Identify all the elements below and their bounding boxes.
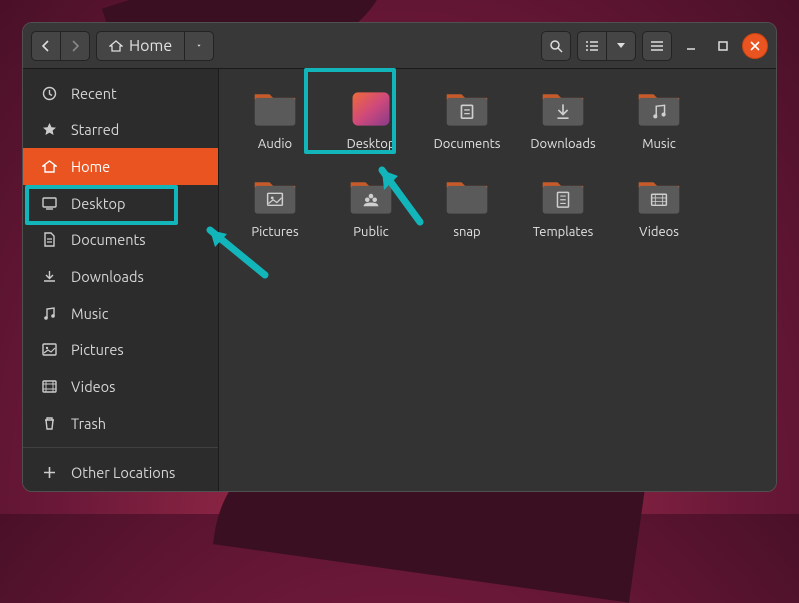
plus-icon	[41, 465, 57, 480]
forward-button[interactable]	[60, 31, 90, 61]
star-icon	[41, 122, 57, 137]
pathbar: Home	[96, 31, 214, 61]
close-icon	[750, 41, 760, 51]
sidebar-item-starred[interactable]: Starred	[23, 112, 218, 149]
home-icon	[109, 39, 123, 53]
sidebar-item-music[interactable]: Music	[23, 295, 218, 332]
icon-view[interactable]: Audio Desktop Documents Downloads Music Pictu…	[219, 69, 776, 491]
sidebar-separator	[23, 447, 218, 448]
sidebar-item-label: Recent	[71, 85, 117, 102]
folder-item-music[interactable]: Music	[613, 83, 705, 167]
folder-label: Videos	[639, 225, 679, 239]
sidebar-item-home[interactable]: Home	[23, 148, 218, 185]
folder-label: Templates	[533, 225, 594, 239]
folder-icon	[347, 87, 395, 131]
sidebar-item-trash[interactable]: Trash	[23, 405, 218, 442]
downloads-icon	[41, 269, 57, 284]
sidebar-item-documents[interactable]: Documents	[23, 222, 218, 259]
path-label: Home	[129, 37, 172, 55]
headerbar: Home	[23, 23, 776, 69]
desktop-icon	[41, 196, 57, 211]
pictures-icon	[41, 342, 57, 357]
folder-label: Audio	[258, 137, 292, 151]
documents-icon	[41, 232, 57, 247]
folder-item-audio[interactable]: Audio	[229, 83, 321, 167]
folder-icon	[251, 175, 299, 219]
folder-item-desktop[interactable]: Desktop	[325, 83, 417, 167]
folder-item-templates[interactable]: Templates	[517, 171, 609, 255]
sidebar-item-videos[interactable]: Videos	[23, 368, 218, 405]
file-manager-window: Home	[22, 22, 777, 492]
sidebar-item-label: Music	[71, 305, 108, 322]
back-button[interactable]	[31, 31, 61, 61]
sidebar-item-downloads[interactable]: Downloads	[23, 258, 218, 295]
close-button[interactable]	[742, 33, 768, 59]
sidebar-item-label: Starred	[71, 121, 119, 138]
folder-label: Pictures	[251, 225, 298, 239]
folder-icon	[539, 87, 587, 131]
minimize-button[interactable]	[678, 31, 704, 61]
folder-item-videos[interactable]: Videos	[613, 171, 705, 255]
folder-icon	[539, 175, 587, 219]
sidebar-item-desktop[interactable]: Desktop	[23, 185, 218, 222]
sidebar-item-label: Other Locations	[71, 464, 175, 481]
maximize-button[interactable]	[710, 31, 736, 61]
folder-item-public[interactable]: Public	[325, 171, 417, 255]
folder-icon	[635, 175, 683, 219]
sidebar-item-label: Trash	[71, 415, 106, 432]
folder-icon	[251, 87, 299, 131]
sidebar-item-label: Desktop	[71, 195, 125, 212]
sidebar: Recent Starred Home Desktop Documents Do…	[23, 69, 219, 491]
folder-icon	[443, 87, 491, 131]
folder-icon	[443, 175, 491, 219]
sidebar-item-other-locations[interactable]: Other Locations	[23, 454, 218, 491]
folder-item-downloads[interactable]: Downloads	[517, 83, 609, 167]
sidebar-item-label: Downloads	[71, 268, 144, 285]
folder-label: Desktop	[347, 137, 396, 151]
folder-label: Downloads	[530, 137, 595, 151]
videos-icon	[41, 379, 57, 394]
list-icon	[585, 40, 599, 52]
sidebar-item-recent[interactable]: Recent	[23, 75, 218, 112]
path-dropdown[interactable]	[184, 31, 214, 61]
music-icon	[41, 306, 57, 321]
folder-label: Documents	[434, 137, 501, 151]
path-home[interactable]: Home	[96, 31, 185, 61]
home-icon	[41, 159, 57, 174]
search-icon	[549, 39, 563, 53]
sidebar-item-label: Videos	[71, 378, 115, 395]
view-dropdown[interactable]	[606, 31, 636, 61]
folder-label: snap	[453, 225, 480, 239]
folder-item-pictures[interactable]: Pictures	[229, 171, 321, 255]
folder-icon	[635, 87, 683, 131]
folder-item-snap[interactable]: snap	[421, 171, 513, 255]
folder-icon	[347, 175, 395, 219]
menu-icon	[650, 40, 664, 52]
sidebar-item-label: Documents	[71, 231, 146, 248]
sidebar-item-pictures[interactable]: Pictures	[23, 331, 218, 368]
sidebar-item-label: Home	[71, 158, 110, 175]
search-button[interactable]	[541, 31, 571, 61]
nav-buttons	[31, 31, 90, 61]
recent-icon	[41, 86, 57, 101]
sidebar-item-label: Pictures	[71, 341, 124, 358]
list-view-button[interactable]	[577, 31, 607, 61]
folder-item-documents[interactable]: Documents	[421, 83, 513, 167]
view-controls	[577, 31, 636, 61]
trash-icon	[41, 416, 57, 431]
hamburger-menu[interactable]	[642, 31, 672, 61]
folder-label: Public	[353, 225, 388, 239]
folder-label: Music	[642, 137, 676, 151]
